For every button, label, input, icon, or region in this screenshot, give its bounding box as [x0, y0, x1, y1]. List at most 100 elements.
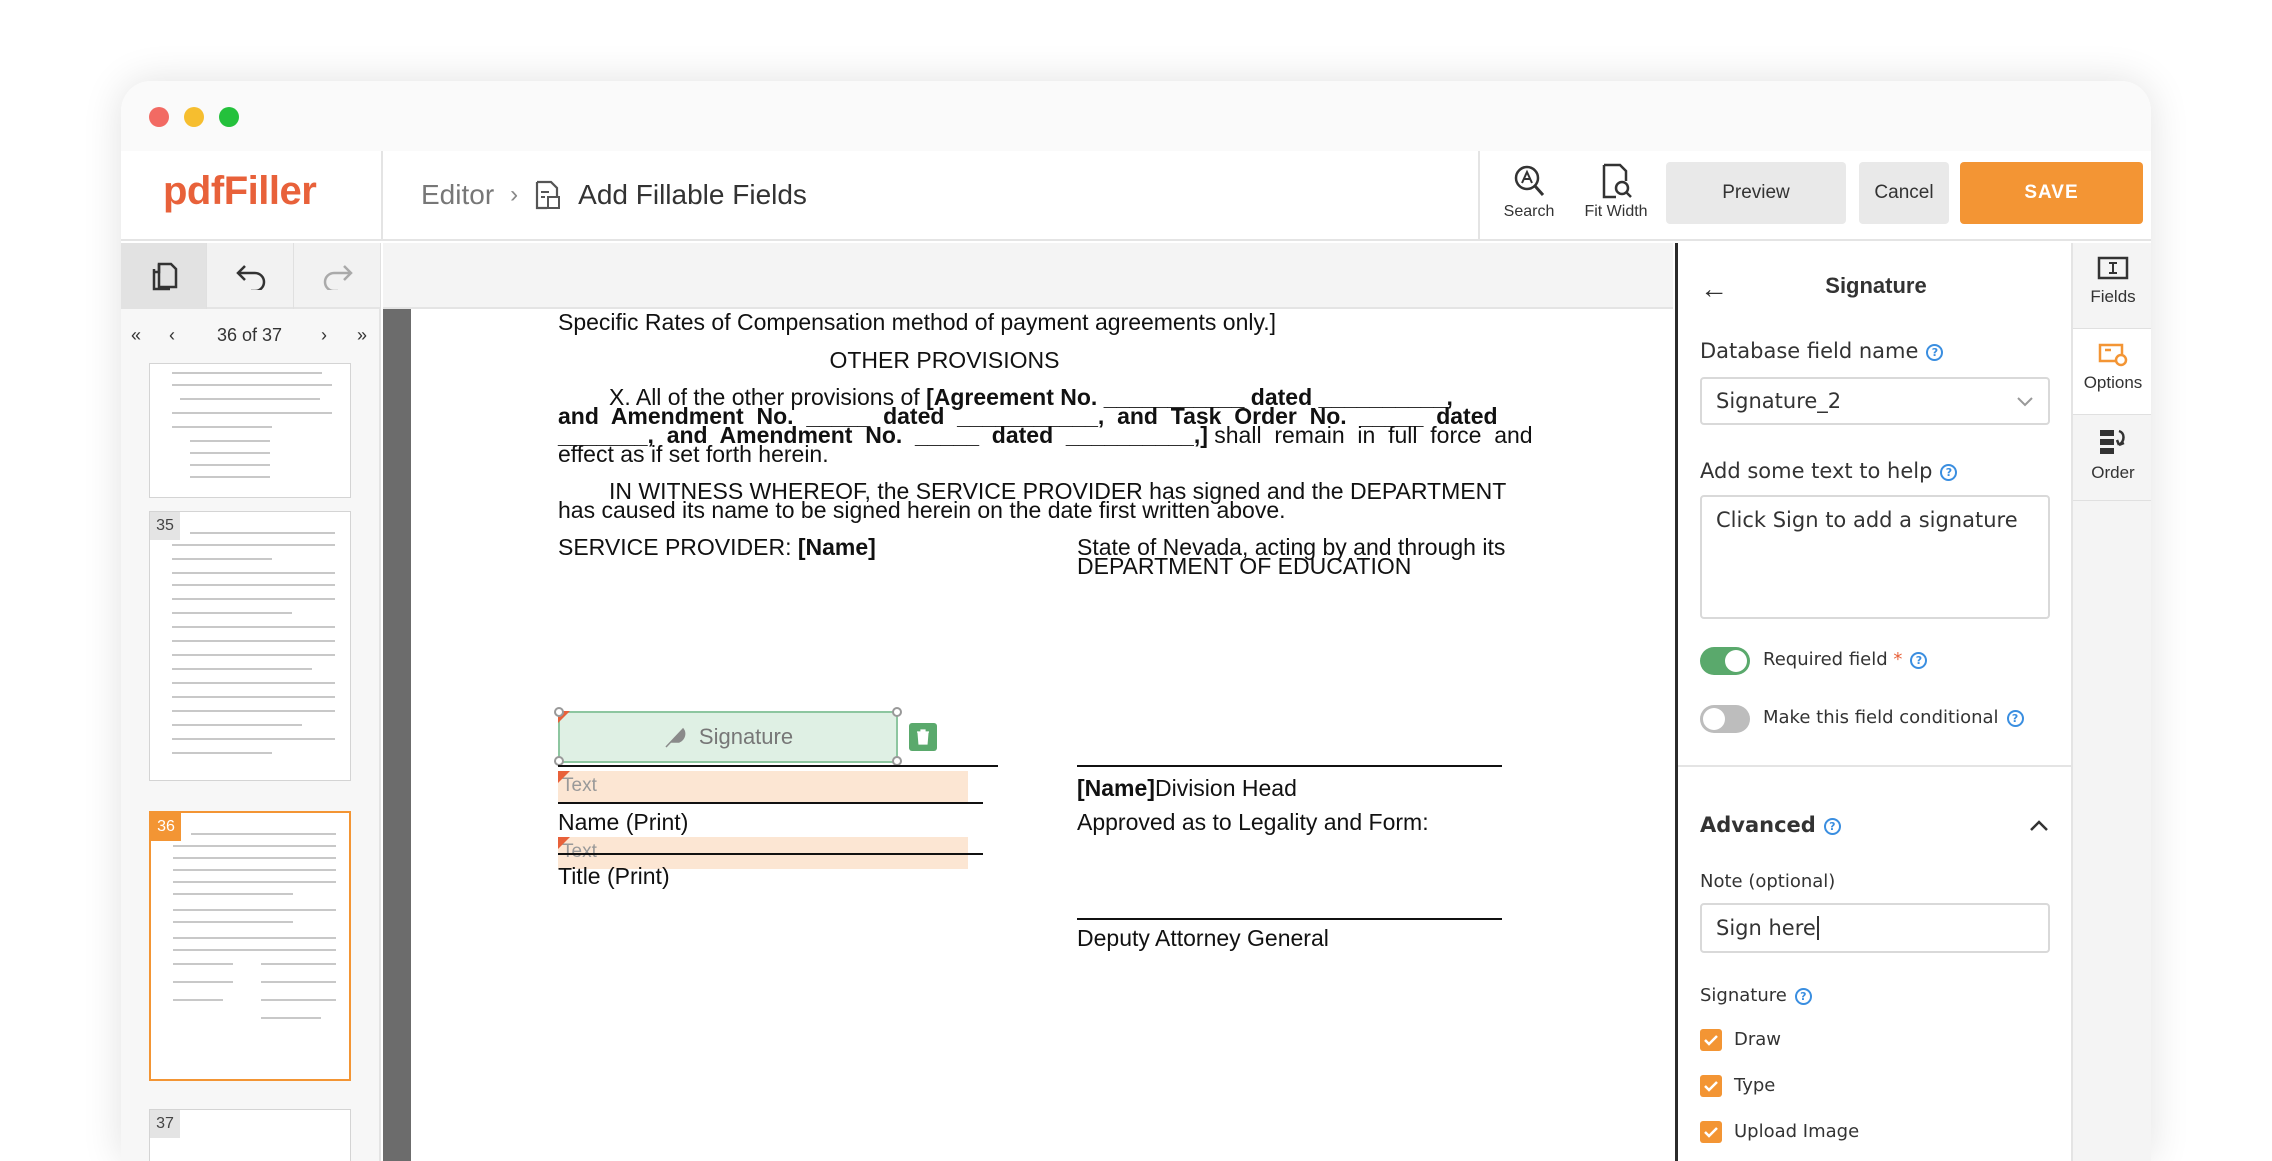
- search-icon: [1514, 165, 1545, 196]
- page-thumbnail[interactable]: [149, 363, 351, 498]
- left-toolbar: [121, 243, 381, 309]
- feather-icon: [665, 727, 686, 748]
- required-label: Required field *?: [1763, 649, 1928, 670]
- app-header: pdfFiller Editor › Add Fillable Fields S…: [121, 151, 2151, 241]
- minimize-window-button[interactable]: [184, 107, 204, 127]
- fields-icon: [2097, 256, 2129, 280]
- thumbnail-number: 35: [150, 512, 180, 540]
- chevron-up-icon[interactable]: [2029, 819, 2049, 837]
- text-field[interactable]: Text: [558, 771, 968, 803]
- help-icon[interactable]: ?: [1940, 463, 1958, 481]
- chevron-down-icon: [2016, 379, 2034, 423]
- resize-handle[interactable]: [892, 707, 902, 717]
- delete-field-button[interactable]: [909, 723, 937, 751]
- right-tab-bar: Fields Options Order: [2071, 243, 2151, 1161]
- page-thumbnail[interactable]: 35: [149, 511, 351, 781]
- checkmark-icon: [1704, 1081, 1718, 1092]
- advanced-header[interactable]: Advanced?: [1700, 813, 1841, 837]
- checkmark-icon: [1704, 1127, 1718, 1138]
- next-page-icon[interactable]: ›: [321, 325, 327, 346]
- help-text-label: Add some text to help?: [1700, 459, 1958, 483]
- breadcrumb-current: Add Fillable Fields: [578, 179, 807, 210]
- order-icon: [2100, 429, 2125, 454]
- prev-page-icon[interactable]: ‹: [169, 325, 175, 346]
- page-thumbnail-active[interactable]: 36: [149, 811, 351, 1081]
- type-label: Type: [1734, 1075, 1776, 1096]
- cancel-button[interactable]: Cancel: [1859, 162, 1949, 224]
- upload-image-label: Upload Image: [1734, 1121, 1860, 1142]
- undo-button[interactable]: [208, 243, 294, 309]
- conditional-toggle[interactable]: [1700, 705, 1750, 733]
- field-marker: [558, 771, 570, 783]
- redo-button[interactable]: [295, 243, 381, 309]
- fit-width-icon: [1602, 163, 1632, 199]
- preview-button[interactable]: Preview: [1666, 162, 1846, 224]
- doc-text: Approved as to Legality and Form:: [1077, 809, 1429, 835]
- doc-heading: OTHER PROVISIONS: [829, 347, 1060, 373]
- tab-fields[interactable]: Fields: [2073, 243, 2151, 329]
- chevron-right-icon: ›: [510, 181, 519, 208]
- maximize-window-button[interactable]: [219, 107, 239, 127]
- required-toggle[interactable]: [1700, 647, 1750, 675]
- checkmark-icon: [1704, 1035, 1718, 1046]
- signature-field[interactable]: Signature: [558, 711, 898, 763]
- upload-image-checkbox[interactable]: [1700, 1121, 1722, 1143]
- doc-text: SERVICE PROVIDER: [Name]: [558, 534, 876, 560]
- page-thumbnail[interactable]: 37: [149, 1109, 351, 1161]
- title-bar: [121, 81, 2151, 151]
- db-field-select[interactable]: Signature_2: [1700, 377, 2050, 425]
- panel-title: Signature: [1825, 273, 1927, 298]
- doc-text: has caused its name to be signed herein …: [558, 497, 1286, 523]
- document-canvas: Specific Rates of Compensation method of…: [383, 309, 1673, 1161]
- help-icon[interactable]: ?: [2006, 709, 2024, 727]
- help-icon[interactable]: ?: [1910, 651, 1928, 669]
- header-divider: [1478, 151, 1480, 241]
- thumbnail-sidebar: « ‹ 36 of 37 › » 35 36 37: [121, 309, 381, 1161]
- trash-icon: [917, 729, 929, 745]
- doc-text: DEPARTMENT OF EDUCATION: [1077, 553, 1412, 579]
- help-icon[interactable]: ?: [1926, 343, 1944, 361]
- breadcrumb-editor-link[interactable]: Editor: [421, 179, 494, 211]
- document-page: Specific Rates of Compensation method of…: [411, 309, 1673, 1161]
- field-properties-panel: ← Signature Database field name? Signatu…: [1675, 243, 2074, 1161]
- help-text-input[interactable]: Click Sign to add a signature: [1700, 495, 2050, 619]
- first-page-icon[interactable]: «: [131, 325, 141, 346]
- note-input[interactable]: Sign here: [1700, 903, 2050, 953]
- signature-line: [558, 765, 998, 767]
- type-checkbox[interactable]: [1700, 1075, 1722, 1097]
- browser-window: pdfFiller Editor › Add Fillable Fields S…: [121, 81, 2151, 1161]
- signature-line: [1077, 765, 1502, 767]
- signature-field-label: Signature: [698, 724, 794, 749]
- last-page-icon[interactable]: »: [357, 325, 367, 346]
- pdffiller-logo[interactable]: pdfFiller: [163, 169, 317, 214]
- save-button[interactable]: SAVE: [1960, 162, 2143, 224]
- signature-options-label: Signature?: [1700, 985, 1812, 1006]
- doc-text: effect as if set forth herein.: [558, 441, 829, 467]
- doc-text: Name (Print): [558, 809, 689, 835]
- conditional-label: Make this field conditional?: [1763, 707, 2024, 728]
- options-icon: [2098, 343, 2128, 367]
- panel-divider: [1678, 765, 2074, 767]
- pages-icon: [152, 262, 177, 291]
- signature-line: [1077, 918, 1502, 920]
- doc-text: Specific Rates of Compensation method of…: [558, 309, 1277, 335]
- undo-icon: [235, 265, 265, 290]
- tab-options[interactable]: Options: [2073, 329, 2151, 415]
- note-label: Note (optional): [1700, 871, 1836, 892]
- draw-checkbox[interactable]: [1700, 1029, 1722, 1051]
- close-window-button[interactable]: [149, 107, 169, 127]
- document-toolbar: [383, 243, 1673, 309]
- db-field-label: Database field name?: [1700, 339, 1944, 363]
- help-icon[interactable]: ?: [1794, 987, 1812, 1005]
- header-divider: [381, 151, 383, 241]
- breadcrumb: Editor › Add Fillable Fields: [421, 179, 807, 211]
- fit-width-label: Fit Width: [1584, 203, 1648, 220]
- pages-button[interactable]: [121, 243, 207, 309]
- tab-order[interactable]: Order: [2073, 415, 2151, 501]
- help-icon[interactable]: ?: [1823, 817, 1841, 835]
- fillable-document-icon: [536, 180, 561, 210]
- page-navigator: « ‹ 36 of 37 › »: [121, 309, 379, 363]
- search-button[interactable]: Search: [1489, 163, 1569, 233]
- resize-handle[interactable]: [554, 707, 564, 717]
- fit-width-button[interactable]: Fit Width: [1576, 163, 1656, 233]
